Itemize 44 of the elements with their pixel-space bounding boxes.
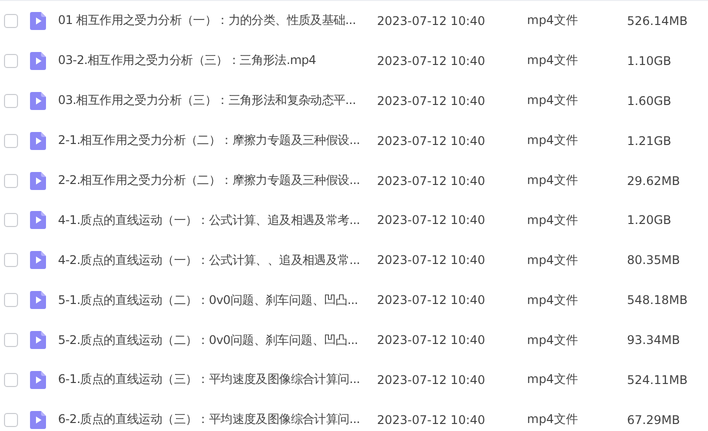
file-name[interactable]: 03-2.相互作用之受力分析（三）：三角形法.mp4 (58, 52, 377, 70)
file-type: mp4文件 (527, 332, 579, 349)
file-name[interactable]: 6-1.质点的直线运动（三）：平均速度及图像综合计算问... (58, 371, 377, 388)
modified-date: 2023-07-12 10:40 (377, 54, 486, 68)
file-size: 1.10GB (627, 54, 672, 68)
modified-date: 2023-07-12 10:40 (377, 372, 486, 387)
file-type: mp4文件 (527, 172, 579, 189)
file-type: mp4文件 (527, 52, 579, 70)
modified-date: 2023-07-12 10:40 (377, 14, 486, 28)
file-name[interactable]: 4-2.质点的直线运动（一）：公式计算、、追及相遇及常... (58, 252, 377, 269)
file-size: 548.18MB (627, 293, 688, 308)
file-name[interactable]: 4-1.质点的直线运动（一）：公式计算、追及相遇及常考... (58, 212, 377, 229)
file-size: 524.11MB (627, 372, 688, 387)
modified-date: 2023-07-12 10:40 (377, 174, 486, 188)
file-type: mp4文件 (527, 212, 579, 229)
file-size: 80.35MB (627, 253, 680, 268)
file-name[interactable]: 2-2.相互作用之受力分析（二）：摩擦力专题及三种假设... (58, 172, 377, 189)
file-type: mp4文件 (527, 411, 579, 428)
file-type: mp4文件 (527, 92, 579, 110)
file-type: mp4文件 (527, 132, 579, 150)
file-size: 1.20GB (627, 213, 672, 228)
file-name[interactable]: 2-1.相互作用之受力分析（二）：摩擦力专题及三种假设... (58, 132, 377, 150)
modified-date: 2023-07-12 10:40 (377, 293, 486, 308)
file-size: 29.62MB (627, 174, 680, 188)
modified-date: 2023-07-12 10:40 (377, 134, 486, 148)
file-size: 93.34MB (627, 333, 680, 348)
modified-date: 2023-07-12 10:40 (377, 253, 486, 268)
file-type: mp4文件 (527, 252, 579, 269)
file-name[interactable]: 5-1.质点的直线运动（二）：0v0问题、刹车问题、凹凸... (58, 292, 377, 309)
modified-date: 2023-07-12 10:40 (377, 213, 486, 228)
file-type: mp4文件 (527, 292, 579, 309)
file-type: mp4文件 (527, 371, 579, 388)
modified-date: 2023-07-12 10:40 (377, 412, 486, 427)
file-size: 1.60GB (627, 94, 672, 108)
file-size: 1.21GB (627, 134, 672, 148)
modified-date: 2023-07-12 10:40 (377, 94, 486, 108)
file-name[interactable]: 03.相互作用之受力分析（三）：三角形法和复杂动态平... (58, 92, 377, 110)
file-size: 526.14MB (627, 14, 688, 28)
file-name[interactable]: 01 相互作用之受力分析（一）：力的分类、性质及基础... (58, 12, 377, 30)
file-name[interactable]: 6-2.质点的直线运动（三）：平均速度及图像综合计算问... (58, 411, 377, 428)
file-size: 67.29MB (627, 412, 680, 427)
modified-date: 2023-07-12 10:40 (377, 333, 486, 348)
file-name[interactable]: 5-2.质点的直线运动（二）：0v0问题、刹车问题、凹凸... (58, 332, 377, 349)
file-type: mp4文件 (527, 12, 579, 30)
